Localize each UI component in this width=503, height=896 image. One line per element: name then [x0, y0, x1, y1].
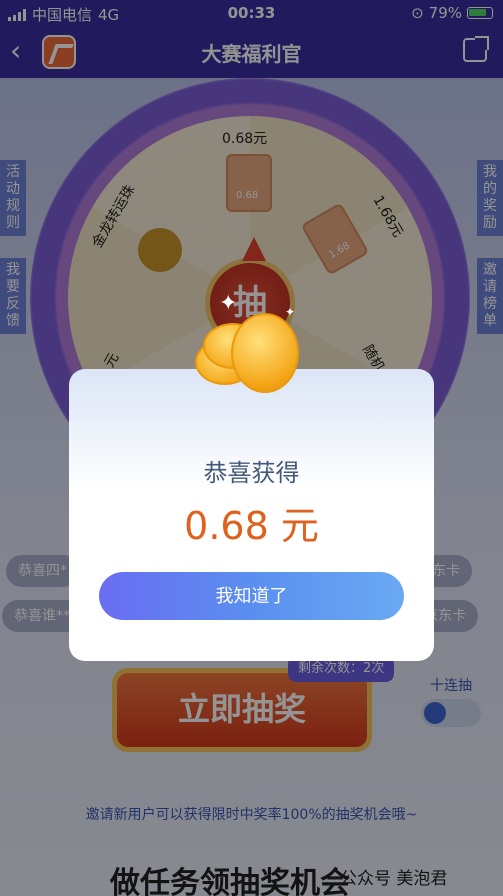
sparkle-icon: ✦ — [219, 291, 238, 316]
prize-amount: 0.68 元 — [184, 504, 319, 548]
coins-icon: ✦ ✦ — [195, 291, 310, 397]
prize-dialog: 恭喜获得 0.68 元 我知道了 — [69, 369, 434, 661]
confirm-button[interactable]: 我知道了 — [99, 572, 404, 620]
dialog-title: 恭喜获得 — [203, 459, 300, 487]
sparkle-icon: ✦ — [285, 305, 296, 319]
